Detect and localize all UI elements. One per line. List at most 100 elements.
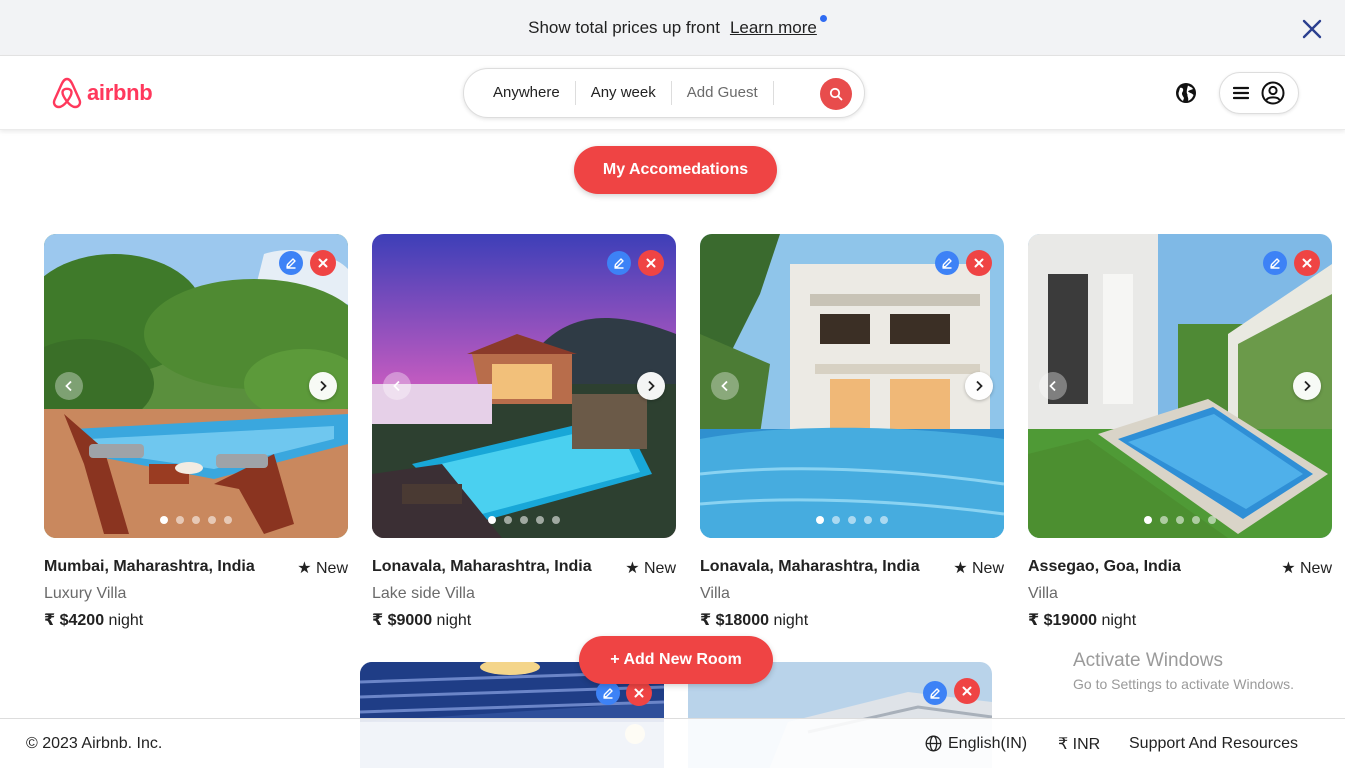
pencil-icon xyxy=(1270,258,1280,269)
delete-listing-button[interactable] xyxy=(954,678,980,704)
photo-dot[interactable] xyxy=(864,516,872,524)
close-icon xyxy=(962,686,972,696)
delete-listing-button[interactable] xyxy=(310,250,336,276)
globe-icon[interactable] xyxy=(1175,82,1197,104)
search-button[interactable] xyxy=(820,78,852,110)
listing-card[interactable]: Lonavala, Maharashtra, India ★ New Villa… xyxy=(700,234,1004,630)
my-accommodations-button[interactable]: My Accomedations xyxy=(574,146,777,194)
edit-listing-button[interactable] xyxy=(1263,251,1287,275)
photo-dot[interactable] xyxy=(160,516,168,524)
photo-indicator xyxy=(1028,516,1332,524)
chevron-left-icon xyxy=(721,380,728,392)
chevron-right-icon xyxy=(320,380,327,392)
chevron-left-icon xyxy=(1049,380,1056,392)
previous-photo-button[interactable] xyxy=(1039,372,1067,400)
price-unit: night xyxy=(1101,612,1137,629)
chevron-right-icon xyxy=(648,380,655,392)
learn-more-link[interactable]: Learn more xyxy=(730,14,827,38)
chevron-left-icon xyxy=(393,380,400,392)
edit-listing-button[interactable] xyxy=(935,251,959,275)
search-bar[interactable]: Anywhere Any week Add Guest xyxy=(463,68,865,118)
listing-location: Lonavala, Maharashtra, India xyxy=(372,558,592,575)
listing-location: Mumbai, Maharashtra, India xyxy=(44,558,255,575)
globe-icon xyxy=(925,735,942,752)
photo-dot[interactable] xyxy=(192,516,200,524)
photo-dot[interactable] xyxy=(1208,516,1216,524)
edit-listing-button[interactable] xyxy=(279,251,303,275)
photo-dot[interactable] xyxy=(1160,516,1168,524)
delete-listing-button[interactable] xyxy=(1294,250,1320,276)
photo-indicator xyxy=(372,516,676,524)
previous-photo-button[interactable] xyxy=(55,372,83,400)
previous-photo-button[interactable] xyxy=(383,372,411,400)
photo-dot[interactable] xyxy=(536,516,544,524)
close-icon[interactable] xyxy=(1301,18,1323,40)
listing-card[interactable]: Lonavala, Maharashtra, India ★ New Lake … xyxy=(372,234,676,630)
next-photo-button[interactable] xyxy=(965,372,993,400)
edit-listing-button[interactable] xyxy=(596,681,620,705)
listing-price: ₹ $19000 night xyxy=(1028,610,1332,630)
banner-text: Show total prices up front xyxy=(528,17,720,37)
next-photo-button[interactable] xyxy=(637,372,665,400)
photo-dot[interactable] xyxy=(1176,516,1184,524)
price-value: $19000 xyxy=(1043,612,1097,629)
photo-dot[interactable] xyxy=(832,516,840,524)
user-menu-button[interactable] xyxy=(1219,72,1299,114)
photo-indicator xyxy=(44,516,348,524)
listing-card[interactable]: Mumbai, Maharashtra, India ★ New Luxury … xyxy=(44,234,348,630)
listing-rating: ★ New xyxy=(297,560,348,577)
photo-dot[interactable] xyxy=(1192,516,1200,524)
currency-selector[interactable]: ₹ INR xyxy=(1058,734,1100,754)
photo-dot[interactable] xyxy=(552,516,560,524)
photo-dot[interactable] xyxy=(880,516,888,524)
price-unit: night xyxy=(108,612,144,629)
next-photo-button[interactable] xyxy=(1293,372,1321,400)
previous-photo-button[interactable] xyxy=(711,372,739,400)
photo-dot[interactable] xyxy=(208,516,216,524)
footer: © 2023 Airbnb. Inc. English(IN) ₹ INR Su… xyxy=(0,718,1345,768)
chevron-right-icon xyxy=(976,380,983,392)
listing-type: Villa xyxy=(1028,585,1058,602)
photo-dot[interactable] xyxy=(504,516,512,524)
language-selector[interactable]: English(IN) xyxy=(925,735,1027,753)
listing-photo[interactable] xyxy=(44,234,348,538)
add-new-room-button[interactable]: + Add New Room xyxy=(579,636,773,684)
photo-dot[interactable] xyxy=(848,516,856,524)
pencil-icon xyxy=(286,258,296,269)
photo-dot[interactable] xyxy=(224,516,232,524)
photo-dot[interactable] xyxy=(1144,516,1152,524)
listing-image xyxy=(700,234,1004,538)
listing-price: ₹ $4200 night xyxy=(44,610,348,630)
delete-listing-button[interactable] xyxy=(638,250,664,276)
search-where[interactable]: Anywhere xyxy=(478,81,576,105)
listing-photo[interactable] xyxy=(700,234,1004,538)
language-label: English(IN) xyxy=(948,734,1028,752)
listing-card[interactable]: Assegao, Goa, India ★ New Villa ₹ $19000… xyxy=(1028,234,1332,630)
edit-listing-button[interactable] xyxy=(923,681,947,705)
logo[interactable]: airbnb xyxy=(51,76,153,110)
listing-location: Lonavala, Maharashtra, India xyxy=(700,558,920,575)
price-currency: ₹ xyxy=(44,612,56,629)
photo-dot[interactable] xyxy=(176,516,184,524)
pencil-icon xyxy=(942,258,952,269)
delete-listing-button[interactable] xyxy=(966,250,992,276)
logo-text: airbnb xyxy=(87,80,153,105)
search-when[interactable]: Any week xyxy=(576,81,672,105)
hamburger-menu-icon xyxy=(1233,86,1249,100)
search-icon xyxy=(829,87,843,101)
photo-indicator xyxy=(700,516,1004,524)
price-value: $9000 xyxy=(387,612,433,629)
edit-listing-button[interactable] xyxy=(607,251,631,275)
listing-image xyxy=(372,234,676,538)
pencil-icon xyxy=(930,688,940,699)
photo-dot[interactable] xyxy=(816,516,824,524)
listing-photo[interactable] xyxy=(372,234,676,538)
next-photo-button[interactable] xyxy=(309,372,337,400)
add-new-room-label: + Add New Room xyxy=(610,651,742,668)
support-resources-link[interactable]: Support And Resources xyxy=(1129,735,1298,753)
photo-dot[interactable] xyxy=(520,516,528,524)
photo-dot[interactable] xyxy=(488,516,496,524)
listing-type: Villa xyxy=(700,585,730,602)
listing-photo[interactable] xyxy=(1028,234,1332,538)
search-guests[interactable]: Add Guest xyxy=(672,81,774,105)
